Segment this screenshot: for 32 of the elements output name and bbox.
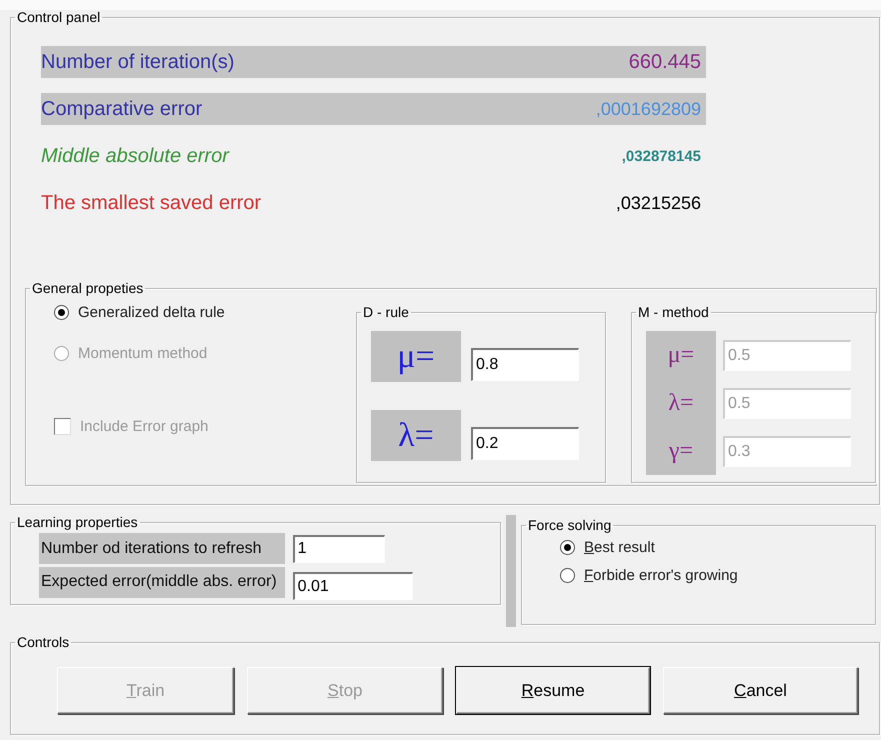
stat-value: ,0001692809 <box>596 98 701 120</box>
radio-button[interactable]: Forbide error's growing <box>560 567 738 584</box>
group-label: Force solving <box>527 518 612 532</box>
group-label: Controls <box>16 635 70 649</box>
parameter-symbol: γ= <box>668 438 694 464</box>
stat-value: ,03215256 <box>616 192 701 214</box>
stat-value: ,032878145 <box>622 148 701 164</box>
input-field[interactable]: 1 <box>292 534 385 562</box>
input-field[interactable]: 0.01 <box>292 572 413 600</box>
parameter-symbol: μ= <box>668 342 694 368</box>
stat-label: Comparative error <box>41 98 202 120</box>
group-label: M - method <box>637 305 710 319</box>
field-label: Number od iterations to refresh <box>39 533 285 564</box>
input-field[interactable]: 0.2 <box>471 427 579 460</box>
action-button[interactable]: Cancel <box>663 667 858 714</box>
stat-label: Number of iteration(s) <box>41 50 234 74</box>
parameter-symbol: λ= <box>371 410 461 461</box>
input-field[interactable]: 0.8 <box>471 348 579 381</box>
radio-button[interactable]: Generalized delta rule <box>54 304 225 321</box>
group-label: General propeties <box>31 281 144 295</box>
parameter-symbol: λ= <box>668 390 694 416</box>
action-button[interactable]: Resume <box>456 667 650 714</box>
group-label: Learning properties <box>16 515 139 529</box>
stat-label: Middle absolute error <box>41 144 229 168</box>
parameter-symbol: μ= <box>371 331 461 382</box>
stat-value: 660.445 <box>628 50 701 74</box>
splitter-bar[interactable] <box>506 515 516 627</box>
radio-button[interactable]: Best result <box>560 539 655 556</box>
field-label: Expected error(middle abs. error) <box>39 566 285 598</box>
stat-label: The smallest saved error <box>41 192 262 214</box>
group-label: Control panel <box>16 10 102 24</box>
group-label: D - rule <box>362 305 410 319</box>
